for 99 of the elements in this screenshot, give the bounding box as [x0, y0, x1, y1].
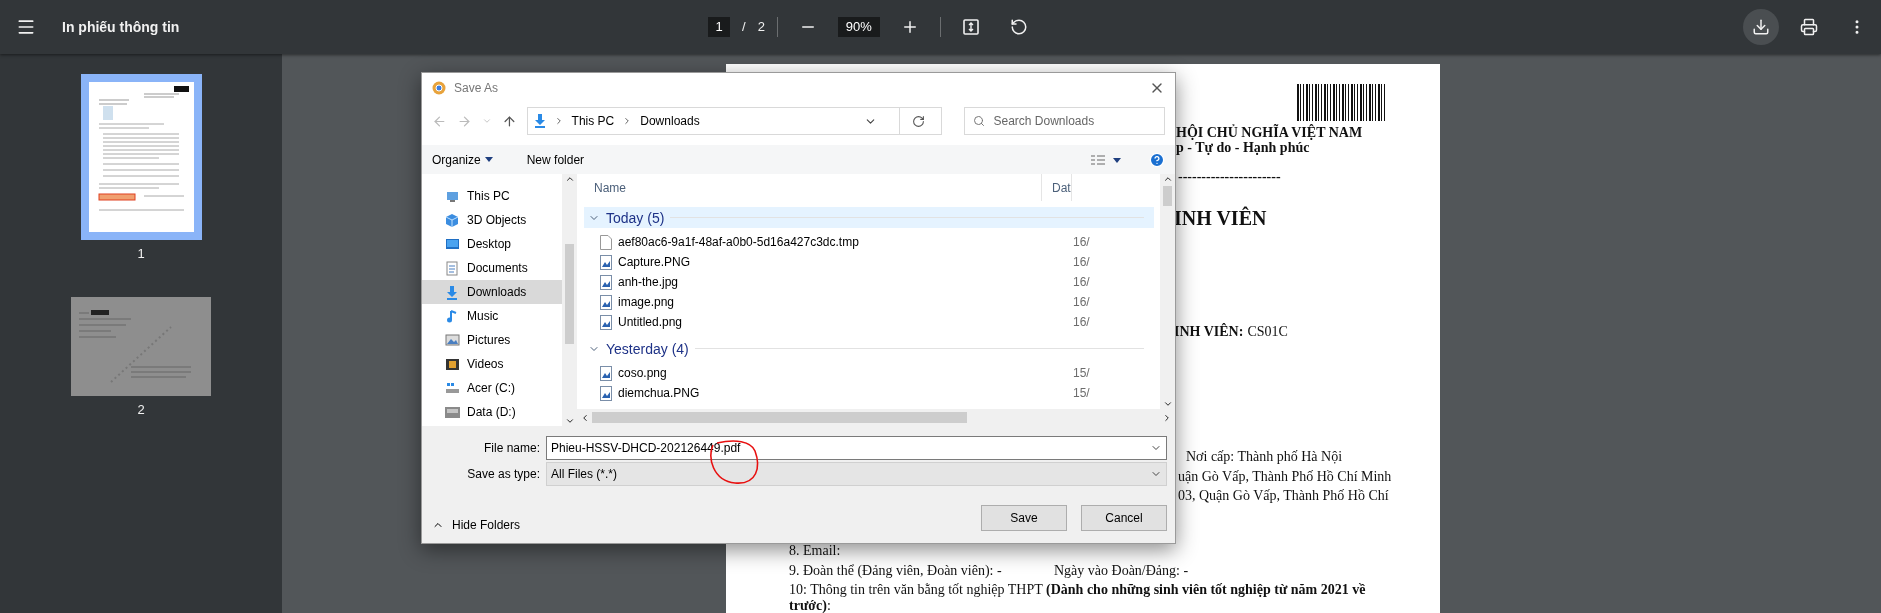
scroll-right-icon[interactable] [1162, 412, 1172, 423]
download-icon [1752, 17, 1770, 36]
help-icon[interactable] [1149, 151, 1165, 168]
search-icon [973, 115, 986, 127]
navigation-item[interactable]: Acer (C:) [422, 376, 562, 400]
file-name[interactable]: anh-the.jpg [612, 275, 1064, 289]
navigation-item[interactable]: This PC [422, 184, 562, 208]
zoom-field[interactable]: 90% [837, 16, 880, 37]
document-heading: INH VIÊN [1174, 206, 1268, 229]
image-file-icon [600, 254, 612, 270]
dialog-title: Save As [454, 81, 500, 95]
browser-logo-icon [432, 81, 446, 95]
document-title: In phiếu thông tin [62, 18, 180, 35]
file-name[interactable]: Untitled.png [612, 315, 1064, 329]
page-thumbnail[interactable] [80, 73, 202, 240]
column-header[interactable]: Dat [1042, 174, 1072, 201]
cube-icon [444, 211, 461, 229]
thumbnail-page-number: 1 [137, 245, 145, 261]
document-text-line: 9. Đoàn thể (Đảng viên, Đoàn viên): - [789, 562, 1003, 579]
student-code-value: CS01C [1247, 323, 1288, 340]
file-date: 16/ [1073, 295, 1090, 309]
document-header-line: HỘI CHỦ NGHĨA VIỆT NAM [1176, 124, 1364, 141]
file-date: 16/ [1073, 275, 1090, 289]
save-type-dropdown[interactable]: All Files (*.*) [546, 462, 1167, 486]
navigation-scrollbar[interactable] [562, 174, 577, 426]
file-date: 15/ [1073, 366, 1090, 380]
downloads-icon [533, 114, 546, 128]
search-field[interactable]: Search Downloads [964, 107, 1165, 135]
scrollbar-thumb[interactable] [592, 412, 967, 423]
file-list-scrollbar[interactable] [1160, 174, 1175, 409]
image-file-icon [600, 385, 612, 401]
scrollbar-thumb[interactable] [1163, 186, 1172, 206]
student-code-label: INH VIÊN: [1174, 323, 1244, 340]
thumbnail-page-number: 2 [137, 401, 145, 417]
address-bar[interactable]: This PC Downloads [526, 107, 943, 135]
page-number-field[interactable]: 1 [708, 16, 730, 37]
save-type-label: Save as type: [466, 467, 541, 481]
scroll-up-icon[interactable] [564, 174, 575, 184]
header-rule: ---------------------- [1178, 169, 1282, 185]
document-text-line: 8. Email: [789, 543, 842, 559]
cancel-button[interactable]: Cancel [1081, 505, 1167, 531]
page-separator: / [742, 19, 746, 35]
rotate-icon[interactable] [1009, 17, 1028, 36]
horizontal-scrollbar[interactable] [577, 409, 1175, 426]
file-name[interactable]: aef80ac6-9a1f-48af-a0b0-5d16a427c3dc.tmp [612, 235, 1064, 249]
navigation-item[interactable]: Desktop [422, 232, 562, 256]
print-icon[interactable] [1800, 17, 1818, 36]
scroll-down-icon[interactable] [1162, 399, 1173, 409]
refresh-icon[interactable] [912, 114, 926, 128]
file-date: 16/ [1073, 235, 1090, 249]
pictures-icon [444, 331, 461, 349]
up-icon[interactable] [501, 113, 517, 129]
caret-icon [484, 157, 493, 162]
document-text-line: Ngày vào Đoàn/Đảng: - [1054, 562, 1189, 579]
file-name-label: File name: [482, 441, 541, 455]
documents-icon [444, 259, 461, 277]
image-file-icon [600, 365, 612, 381]
column-header[interactable]: Name [584, 174, 1042, 201]
scrollbar-thumb[interactable] [565, 244, 574, 344]
document-header-line: p - Tự do - Hạnh phúc [1176, 140, 1311, 156]
save-button[interactable]: Save [981, 505, 1067, 531]
file-group-header[interactable]: Yesterday (4) [584, 338, 1154, 359]
view-options-icon[interactable] [1091, 154, 1123, 165]
page-total: 2 [757, 19, 765, 35]
hide-folders-button[interactable]: Hide Folders [432, 518, 521, 532]
fit-page-icon[interactable] [961, 17, 980, 36]
breadcrumb-item[interactable]: Downloads [640, 114, 700, 128]
navigation-item[interactable]: Downloads [422, 280, 562, 304]
file-group-header[interactable]: Today (5) [584, 207, 1154, 228]
file-name[interactable]: Capture.PNG [612, 255, 1064, 269]
file-name[interactable]: coso.png [612, 366, 1064, 380]
document-text-line: uận Gò Vấp, Thành Phố Hồ Chí Minh [1178, 468, 1393, 485]
file-date: 16/ [1073, 315, 1090, 329]
scroll-up-icon[interactable] [1162, 174, 1173, 184]
barcode-icon [1297, 83, 1388, 121]
file-icon [600, 234, 612, 250]
file-name[interactable]: image.png [612, 295, 1064, 309]
file-date: 16/ [1073, 255, 1090, 269]
download-button[interactable] [1743, 8, 1779, 45]
navigation-item[interactable]: Music [422, 304, 562, 328]
image-file-icon [600, 274, 612, 290]
document-text-line: 03, Quận Gò Vấp, Thành Phố Hồ Chí [1178, 488, 1390, 504]
navigation-item[interactable]: Data (D:) [422, 400, 562, 424]
file-date: 15/ [1073, 386, 1090, 400]
new-folder-button[interactable]: New folder [526, 152, 585, 167]
navigation-item[interactable]: Documents [422, 256, 562, 280]
document-text-line: 10: Thông tin trên văn bằng tốt nghiệp THPT (Dành cho những sinh viên tốt nghiệp từ năm 2021 về trước): [789, 582, 1367, 613]
document-text-line: Nơi cấp: Thành phố Hà Nội [1186, 449, 1344, 465]
navigation-item[interactable]: Pictures [422, 328, 562, 352]
page-thumbnail[interactable] [71, 296, 211, 396]
image-file-icon [600, 314, 612, 330]
navigation-item[interactable]: Videos [422, 352, 562, 376]
organize-button[interactable]: Organize [432, 152, 493, 167]
breadcrumb-item[interactable]: This PC [571, 114, 615, 128]
scroll-down-icon[interactable] [564, 416, 575, 426]
file-name[interactable]: diemchua.PNG [612, 386, 1064, 400]
navigation-item[interactable]: 3D Objects [422, 208, 562, 232]
image-file-icon [600, 294, 612, 310]
scroll-left-icon[interactable] [580, 412, 590, 423]
